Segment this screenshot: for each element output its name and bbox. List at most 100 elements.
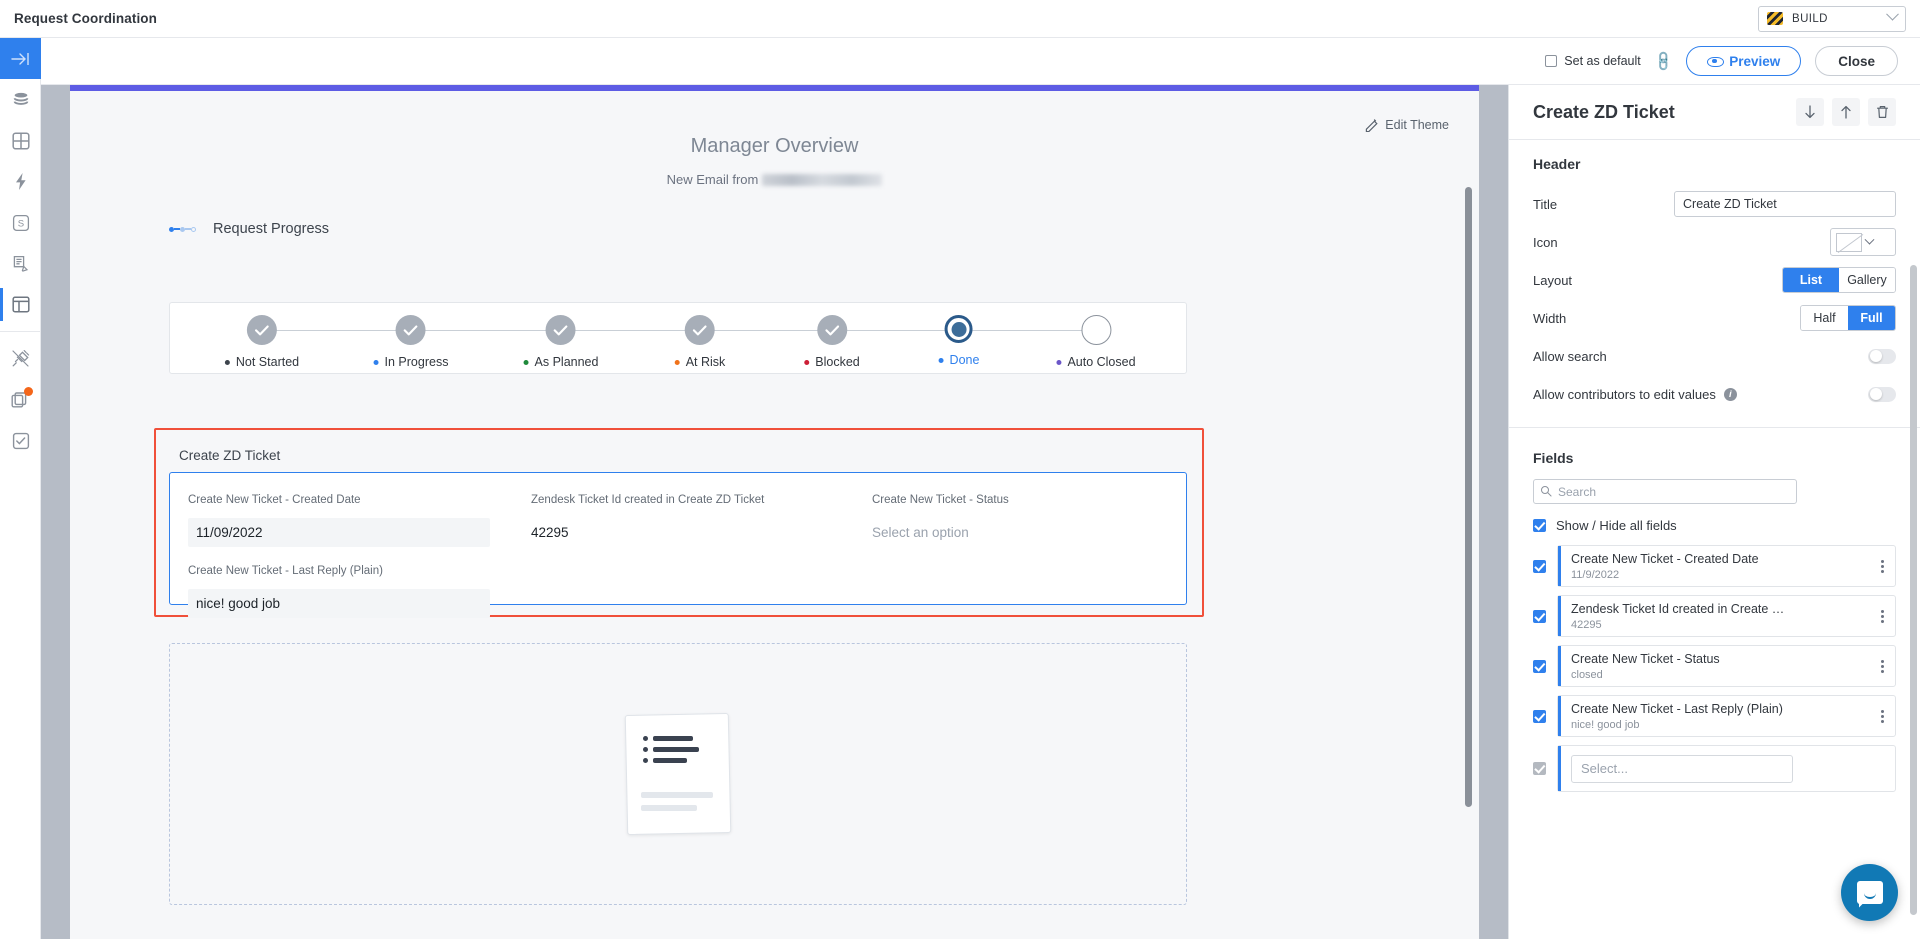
fields-settings-section: Fields Show / Hide all fields Create New… (1509, 428, 1920, 806)
set-as-default-label: Set as default (1564, 54, 1640, 68)
fields-search-input[interactable] (1558, 485, 1768, 499)
chevron-down-icon (1865, 234, 1875, 244)
step-dot-5 (939, 358, 944, 363)
show-hide-checkbox[interactable] (1533, 519, 1546, 532)
sidebar-item-apps[interactable] (0, 379, 41, 420)
layout-option-gallery[interactable]: Gallery (1839, 268, 1895, 292)
title-input[interactable] (1674, 191, 1896, 217)
zd-field-value-3[interactable]: nice! good job (188, 589, 490, 618)
step-label-4: Blocked (804, 355, 859, 369)
step-node-done (546, 315, 576, 345)
page-title: Manager Overview (70, 135, 1479, 158)
field-card[interactable]: Create New Ticket - Status closed (1557, 645, 1896, 687)
top-bar: Request Coordination BUILD (0, 0, 1920, 38)
page-subtitle: New Email from (70, 172, 1479, 187)
rail-divider (0, 331, 40, 332)
delete-button[interactable] (1868, 98, 1896, 126)
set-as-default-checkbox[interactable]: Set as default (1545, 54, 1640, 68)
layout-option-list[interactable]: List (1783, 268, 1839, 292)
create-zd-ticket-block[interactable]: Create ZD Ticket Create New Ticket - Cre… (169, 440, 1187, 605)
field-card[interactable]: Zendesk Ticket Id created in Create … 42… (1557, 595, 1896, 637)
svg-text:S: S (17, 218, 23, 229)
field-options-menu-icon[interactable] (1881, 610, 1884, 623)
build-mode-selector[interactable]: BUILD (1758, 6, 1906, 32)
fields-search-box[interactable] (1533, 479, 1797, 504)
sidebar-item-grid[interactable] (0, 120, 41, 161)
sidebar-item-layout[interactable] (0, 284, 41, 325)
step-text-4: Blocked (815, 355, 859, 369)
document-placeholder-icon (626, 714, 730, 834)
width-option-full[interactable]: Full (1848, 306, 1895, 330)
field-visibility-checkbox[interactable] (1533, 560, 1546, 573)
field-visibility-checkbox[interactable] (1533, 610, 1546, 623)
progress-steps: Not Started In Progress (170, 303, 1186, 375)
fields-section-title: Fields (1533, 450, 1896, 466)
move-down-button[interactable] (1796, 98, 1824, 126)
canvas-scrollbar[interactable] (1465, 187, 1472, 807)
add-field-select[interactable]: Select... (1571, 755, 1793, 783)
icon-picker-dropdown[interactable] (1830, 228, 1896, 256)
header-settings-section: Header Title Icon Layout List Gallery Wi… (1509, 140, 1920, 419)
preview-button[interactable]: Preview (1686, 46, 1801, 76)
allow-contributors-toggle[interactable] (1868, 387, 1896, 402)
intercom-chat-button[interactable] (1841, 864, 1898, 921)
zd-field-value-2[interactable]: Select an option (872, 518, 1168, 547)
width-option-half[interactable]: Half (1801, 306, 1848, 330)
add-field-row: Select... (1533, 745, 1896, 792)
field-options-menu-icon[interactable] (1881, 660, 1884, 673)
step-text-5: Done (950, 353, 980, 367)
progress-step-2[interactable]: As Planned (524, 315, 599, 369)
notification-dot (24, 387, 33, 396)
sidebar-item-automation[interactable] (0, 161, 41, 202)
sidebar-item-database[interactable] (0, 79, 41, 120)
search-icon (1541, 486, 1549, 494)
panel-title: Create ZD Ticket (1533, 102, 1675, 123)
field-options-menu-icon[interactable] (1881, 710, 1884, 723)
sidebar-item-s-box[interactable]: S (0, 202, 41, 243)
chevron-down-icon (1886, 8, 1899, 21)
fields-list: Create New Ticket - Created Date 11/9/20… (1533, 545, 1896, 792)
width-segmented-control: Half Full (1800, 305, 1896, 331)
panel-scrollbar[interactable] (1910, 265, 1917, 915)
sidebar-item-tasks[interactable] (0, 420, 41, 461)
step-dot-6 (1056, 360, 1061, 365)
sidebar-item-forms[interactable] (0, 243, 41, 284)
checkbox-icon (1545, 55, 1557, 67)
move-up-button[interactable] (1832, 98, 1860, 126)
field-visibility-checkbox[interactable] (1533, 660, 1546, 673)
progress-step-0[interactable]: Not Started (225, 315, 299, 369)
allow-search-toggle[interactable] (1868, 349, 1896, 364)
sidebar-item-integrations[interactable] (0, 338, 41, 379)
allow-contributors-label: Allow contributors to edit values (1533, 387, 1716, 402)
add-field-card[interactable]: Select... (1557, 745, 1896, 792)
step-dot-0 (225, 360, 230, 365)
zd-field-label-3: Create New Ticket - Last Reply (Plain) (188, 565, 1168, 577)
progress-step-6[interactable]: Auto Closed (1056, 315, 1135, 369)
field-name: Create New Ticket - Last Reply (Plain) (1571, 702, 1783, 717)
field-card[interactable]: Create New Ticket - Last Reply (Plain) n… (1557, 695, 1896, 737)
field-visibility-checkbox[interactable] (1533, 710, 1546, 723)
eye-icon (1707, 54, 1722, 69)
link-icon[interactable]: 🔗 (1651, 49, 1675, 73)
title-setting-row: Title (1533, 185, 1896, 223)
sidebar-item-expand[interactable] (0, 38, 41, 79)
close-button[interactable]: Close (1815, 46, 1898, 76)
progress-step-5[interactable]: Done (939, 315, 980, 367)
edit-theme-button[interactable]: Edit Theme (1365, 118, 1449, 132)
field-options-menu-icon[interactable] (1881, 560, 1884, 573)
progress-step-3[interactable]: At Risk (675, 315, 726, 369)
zd-field-value-1[interactable]: 42295 (531, 518, 872, 547)
show-hide-all-fields-row[interactable]: Show / Hide all fields (1533, 518, 1896, 533)
progress-step-1[interactable]: In Progress (374, 315, 449, 369)
field-card[interactable]: Create New Ticket - Created Date 11/9/20… (1557, 545, 1896, 587)
progress-step-4[interactable]: Blocked (804, 315, 859, 369)
request-progress-label: Request Progress (213, 221, 329, 237)
icon-setting-row: Icon (1533, 223, 1896, 261)
add-field-checkbox[interactable] (1533, 762, 1546, 775)
empty-block-placeholder[interactable] (169, 643, 1187, 905)
info-icon[interactable]: i (1724, 388, 1737, 401)
zd-field-value-0[interactable]: 11/09/2022 (188, 518, 490, 547)
step-node-done (247, 315, 277, 345)
preview-label: Preview (1729, 54, 1780, 69)
step-node-empty (1081, 315, 1111, 345)
